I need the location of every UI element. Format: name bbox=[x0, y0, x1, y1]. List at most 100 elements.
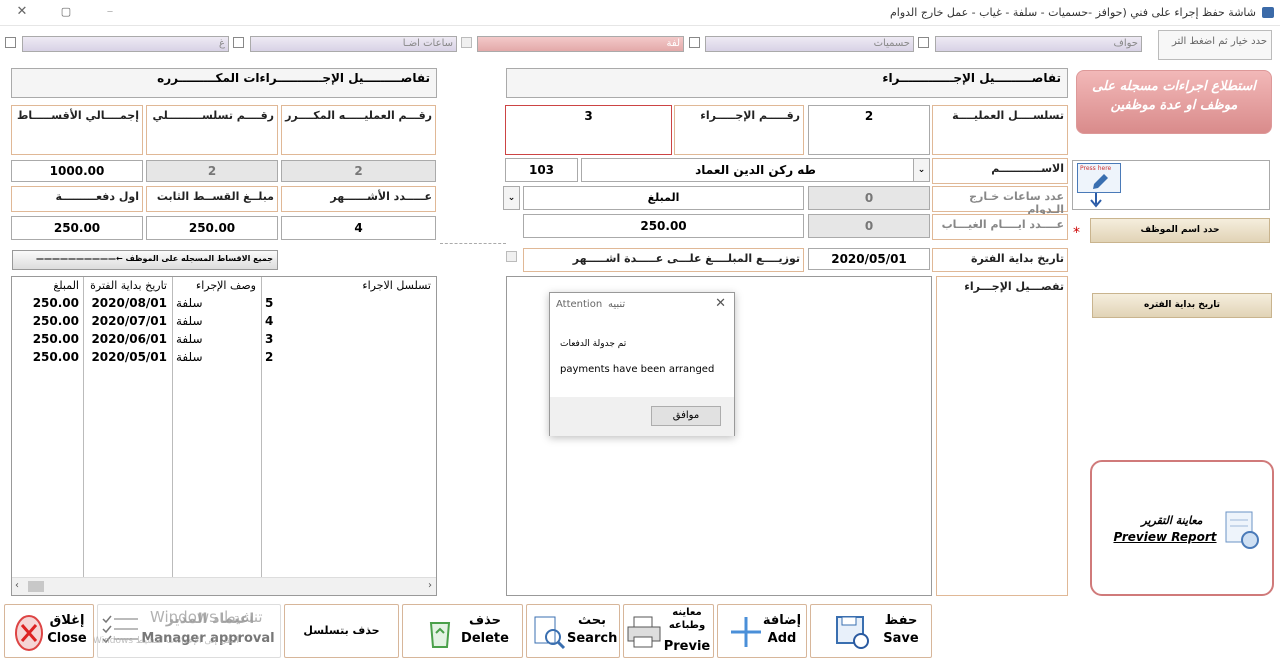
grid-cell-date: 2020/07/01 bbox=[91, 314, 167, 328]
table-row[interactable]: 4 سلفة 2020/07/01 250.00 bbox=[12, 313, 436, 331]
search-icon bbox=[534, 616, 566, 650]
dialog-ok-button[interactable]: موافق bbox=[651, 406, 721, 426]
overtime-label: عدد ساعات خـارج الـدوام bbox=[932, 186, 1068, 216]
grid-cell-desc: سلفة bbox=[176, 350, 203, 364]
preview-report-panel[interactable]: معاينة التقرير Preview Report bbox=[1090, 460, 1274, 596]
grid-cell-desc: سلفة bbox=[176, 332, 203, 346]
choose-employee-button[interactable]: حدد اسم الموظف bbox=[1090, 218, 1270, 243]
distribute-checkbox[interactable] bbox=[506, 251, 517, 262]
filter-tag-overtime[interactable]: ساعات اضـا bbox=[250, 36, 457, 52]
grid-header-amount[interactable]: المبلغ bbox=[12, 279, 82, 292]
filter-check-incentives[interactable] bbox=[918, 37, 929, 48]
serial-field[interactable]: 2 bbox=[146, 160, 278, 182]
search-label-en: Search bbox=[567, 631, 618, 646]
print-preview-button[interactable]: معاينه وطباعه Previe bbox=[623, 604, 714, 658]
delete-sequence-button[interactable]: حذف بتسلسل bbox=[284, 604, 399, 658]
printer-icon bbox=[627, 616, 661, 648]
divider bbox=[440, 243, 506, 244]
preview-report-en: Preview Report bbox=[1113, 530, 1217, 544]
fixed-installment-label: مبلــغ القســط الثابت bbox=[146, 186, 278, 212]
start-date-field[interactable]: 2020/05/01 bbox=[808, 248, 930, 270]
save-button[interactable]: حفظ Save bbox=[810, 604, 932, 658]
scroll-right-icon[interactable]: › bbox=[428, 580, 432, 591]
print-preview-label-en: Previe bbox=[663, 639, 711, 654]
months-field[interactable]: 4 bbox=[281, 216, 436, 240]
window-title: شاشة حفظ إجراء على فني (حوافز -حسميات - … bbox=[889, 6, 1256, 19]
table-row[interactable]: 5 سلفة 2020/08/01 250.00 bbox=[12, 295, 436, 313]
scroll-left-icon[interactable]: ‹ bbox=[15, 580, 19, 591]
fixed-installment-field[interactable]: 250.00 bbox=[146, 216, 278, 240]
absence-field[interactable]: 0 bbox=[808, 214, 930, 238]
filter-tag-incentives[interactable]: حواف bbox=[935, 36, 1142, 52]
months-label: عـــــدد الأشــــــهر bbox=[281, 186, 436, 212]
search-label-ar: بحث bbox=[577, 613, 606, 628]
proc-no-field[interactable]: 3 bbox=[505, 105, 672, 155]
activation-watermark-sub: انتقل إلى الإعدادات لتنشيط Windows. bbox=[90, 636, 240, 646]
employee-picker-box[interactable]: Press here bbox=[1072, 160, 1270, 210]
maximize-window-button[interactable]: ▢ bbox=[52, 2, 80, 22]
dialog-title-ar: تنبيه bbox=[608, 299, 626, 310]
press-here-button[interactable]: Press here bbox=[1077, 163, 1121, 193]
chevron-down-icon[interactable]: ⌄ bbox=[913, 159, 929, 181]
seq-field[interactable]: 2 bbox=[808, 105, 930, 155]
grid-cell-desc: سلفة bbox=[176, 314, 203, 328]
save-icon bbox=[836, 616, 869, 649]
detail-label: تفصـــيل الإجـــراء bbox=[936, 276, 1068, 596]
grid-header-desc[interactable]: وصف الإجراء bbox=[173, 279, 259, 292]
report-icon bbox=[1225, 511, 1259, 549]
press-here-text: Press here bbox=[1080, 165, 1112, 172]
employee-name-select[interactable]: طه ركن الدين العماد ⌄ bbox=[581, 158, 930, 182]
seq-label: تسلســــل العمليــــة bbox=[932, 105, 1068, 155]
filter-check-overtime[interactable] bbox=[233, 37, 244, 48]
table-row[interactable]: 3 سلفة 2020/06/01 250.00 bbox=[12, 331, 436, 349]
horizontal-scrollbar[interactable]: ‹ › bbox=[12, 577, 436, 595]
close-button[interactable]: إغلاق Close bbox=[4, 604, 94, 658]
query-panel-title[interactable]: استطلاع اجراءات مسجله على موظف او عدة مو… bbox=[1076, 70, 1272, 134]
grid-header-date[interactable]: تاريخ بداية الفترة bbox=[84, 279, 170, 292]
overtime-field[interactable]: 0 bbox=[808, 186, 930, 210]
chevron-down-icon[interactable]: ⌄ bbox=[503, 186, 520, 210]
dialog-title-en: Attention bbox=[556, 299, 603, 310]
save-label-ar: حفظ bbox=[884, 613, 918, 628]
filter-instruction: حدد خيار ثم اضغط التر bbox=[1158, 30, 1272, 60]
start-date-button[interactable]: تاريخ بداية الفتره bbox=[1092, 293, 1272, 318]
dialog-close-icon[interactable]: ✕ bbox=[715, 296, 726, 311]
close-label-en: Close bbox=[47, 631, 87, 646]
filter-check-advance[interactable] bbox=[461, 37, 472, 48]
installments-grid[interactable]: تسلسل الاجراء وصف الإجراء تاريخ بداية الفت… bbox=[11, 276, 437, 596]
attention-dialog: Attention تنبيه ✕ تم جدولة الدفعات payme… bbox=[549, 292, 735, 436]
filter-tag-deductions[interactable]: حسميات bbox=[705, 36, 914, 52]
filter-tag-absence[interactable]: غ bbox=[22, 36, 229, 52]
grid-cell-amount: 250.00 bbox=[32, 332, 79, 346]
search-button[interactable]: بحث Search bbox=[526, 604, 620, 658]
start-date-label: تاريخ بداية الفترة bbox=[932, 248, 1068, 272]
all-installments-button[interactable]: جميع الاقساط المسجله على الموظف ←———————… bbox=[12, 250, 278, 270]
filter-check-absence[interactable] bbox=[5, 37, 16, 48]
grid-cell-seq: 3 bbox=[265, 332, 274, 346]
app-icon bbox=[1262, 7, 1274, 18]
delete-button[interactable]: حذف Delete bbox=[402, 604, 523, 658]
delete-label-en: Delete bbox=[461, 631, 509, 646]
scroll-thumb[interactable] bbox=[28, 581, 44, 592]
employee-id-field[interactable]: 103 bbox=[505, 158, 578, 182]
add-button[interactable]: إضافة Add bbox=[717, 604, 807, 658]
first-payment-field[interactable]: 250.00 bbox=[11, 216, 143, 240]
filter-bar: حدد خيار ثم اضغط التر حواف حسميات لفة سا… bbox=[0, 30, 1280, 64]
filter-tag-advance[interactable]: لفة bbox=[477, 36, 684, 52]
grid-cell-seq: 2 bbox=[265, 350, 274, 364]
repeat-proc-field[interactable]: 2 bbox=[281, 160, 436, 182]
grid-cell-seq: 5 bbox=[265, 296, 274, 310]
minimize-window-button[interactable]: – bbox=[96, 2, 124, 22]
table-row[interactable]: 2 سلفة 2020/05/01 250.00 bbox=[12, 349, 436, 367]
arrow-down-icon bbox=[1090, 193, 1102, 208]
add-label-ar: إضافة bbox=[762, 613, 802, 628]
serial-label: رقــــم تسلســـــــــلي bbox=[146, 105, 278, 155]
close-window-button[interactable]: ✕ bbox=[8, 2, 36, 22]
total-field[interactable]: 1000.00 bbox=[11, 160, 143, 182]
amount-field[interactable]: 250.00 bbox=[523, 214, 804, 238]
name-label: الاســـــــــــم bbox=[932, 158, 1068, 184]
grid-header-seq[interactable]: تسلسل الاجراء bbox=[262, 279, 434, 292]
grid-cell-desc: سلفة bbox=[176, 296, 203, 310]
filter-check-deductions[interactable] bbox=[689, 37, 700, 48]
amount-label: المبلغ bbox=[523, 186, 804, 210]
